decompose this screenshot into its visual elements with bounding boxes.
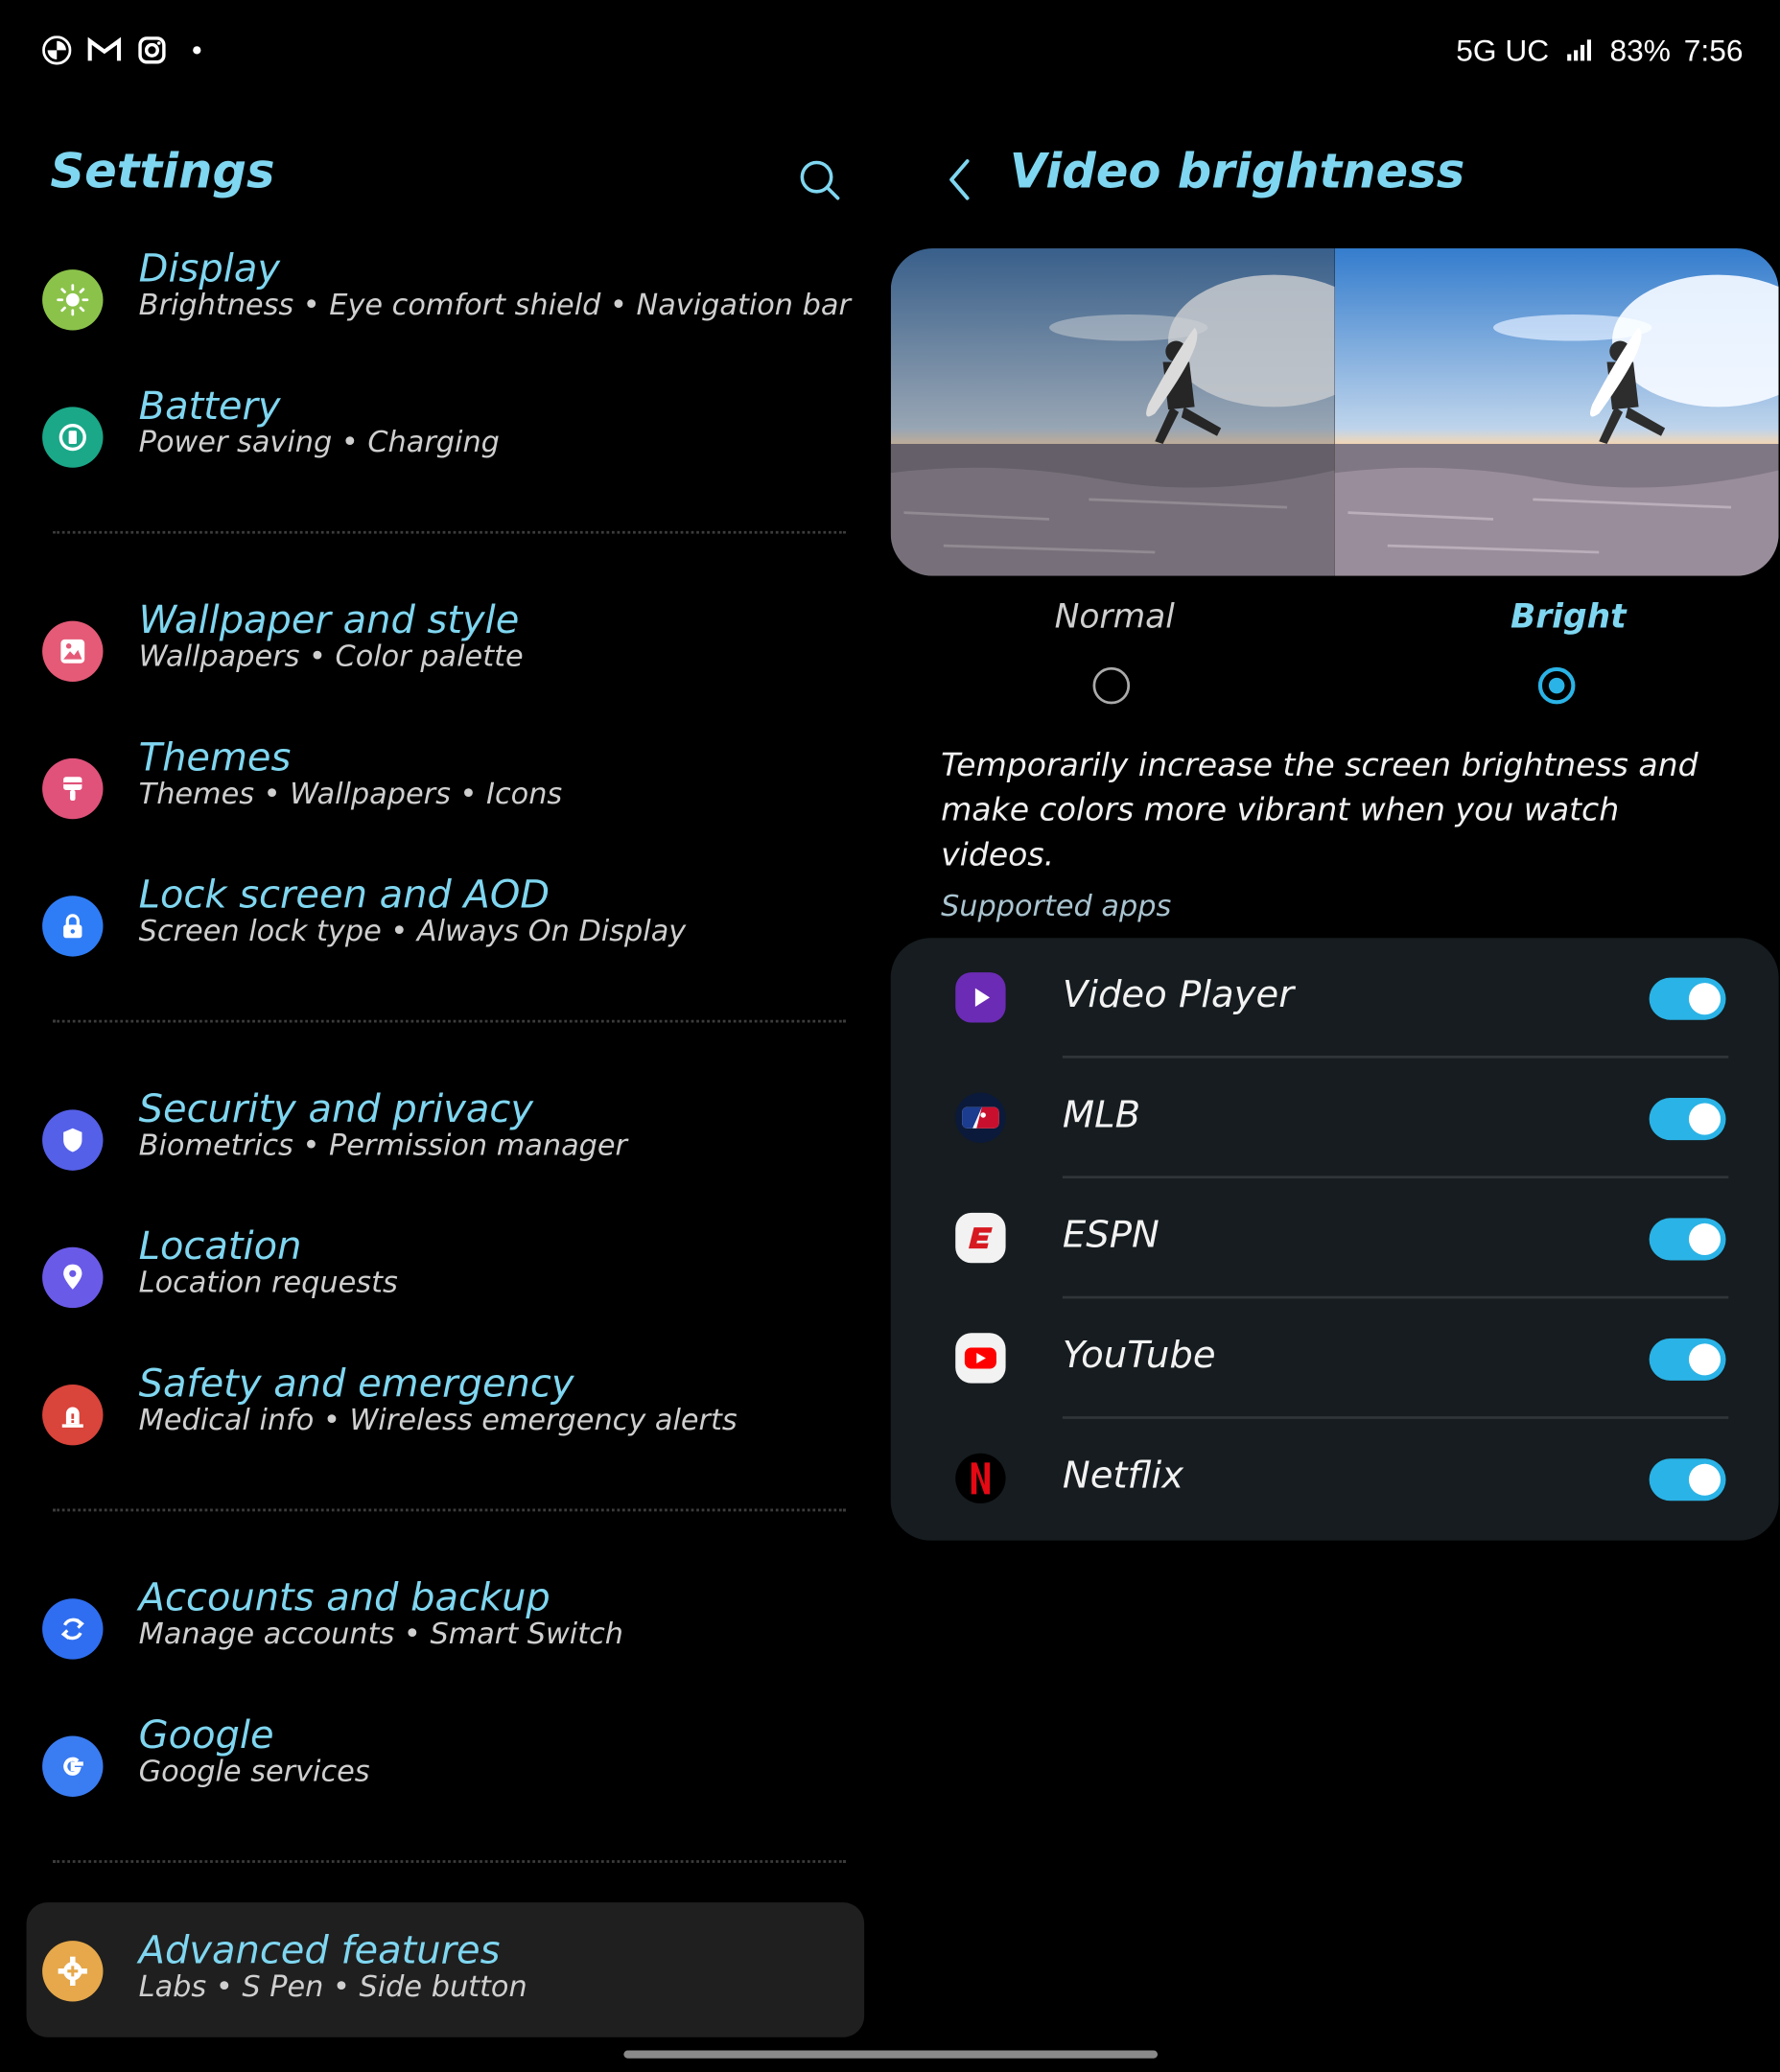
item-title: Display [138,245,280,291]
espn-toggle[interactable] [1649,1218,1726,1261]
gesture-navigation-bar[interactable] [623,2050,1159,2059]
feature-description: Temporarily increase the screen brightne… [941,746,1698,873]
app-name: ESPN [1062,1212,1159,1257]
netflix-icon [955,1453,1006,1504]
espn-icon [955,1212,1006,1264]
search-button[interactable] [795,156,843,204]
option-normal-label: Normal [1054,596,1175,636]
settings-item-safety[interactable]: Safety and emergency Medical info • Wire… [27,1361,865,1479]
section-divider [53,1508,846,1512]
option-bright-label: Bright [1510,596,1627,636]
app-name: Netflix [1062,1453,1184,1498]
item-subtitle: Medical info • Wireless emergency alerts [138,1404,738,1438]
mlb-icon [955,1092,1006,1143]
signal-icon [1562,33,1597,67]
item-title: Lock screen and AOD [138,872,550,918]
item-subtitle: Brightness • Eye comfort shield • Naviga… [138,289,851,323]
item-title: Location [138,1222,302,1269]
item-subtitle: Location requests [138,1267,398,1300]
settings-list-pane: Settings Display Brightness • Eye comfor… [0,0,872,2072]
netflix-toggle[interactable] [1649,1458,1726,1502]
item-title: Battery [138,383,281,429]
battery-level: 83% [1609,32,1671,67]
settings-item-display[interactable]: Display Brightness • Eye comfort shield … [27,245,865,364]
location-pin-icon [42,1246,104,1309]
item-subtitle: Themes • Wallpapers • Icons [138,778,563,812]
shield-icon [42,1109,104,1171]
preview-bright [1334,248,1779,576]
item-subtitle: Labs • S Pen • Side button [138,1970,527,2005]
settings-item-advanced-features[interactable]: Advanced features Labs • S Pen • Side bu… [26,1902,865,2037]
sync-icon [42,1598,104,1660]
option-bright-radio[interactable] [1537,666,1576,705]
sun-icon [42,269,104,331]
video-brightness-title: Video brightness [1009,145,1465,200]
settings-item-themes[interactable]: Themes Themes • Wallpapers • Icons [27,734,865,853]
item-title: Security and privacy [138,1085,534,1131]
google-icon [42,1735,104,1797]
alert-icon [42,1385,104,1446]
settings-item-location[interactable]: Location Location requests [27,1223,865,1342]
app-row-espn[interactable]: ESPN [891,1178,1779,1299]
settings-item-wallpaper[interactable]: Wallpaper and style Wallpapers • Color p… [27,597,865,716]
video-player-toggle[interactable] [1649,977,1726,1020]
item-title: Accounts and backup [138,1574,550,1620]
mlb-toggle[interactable] [1649,1098,1726,1141]
item-title: Themes [138,734,292,780]
option-normal-radio[interactable] [1092,666,1131,705]
supported-apps-list: Video Player MLB ESPN YouTube Netflix [890,938,1779,1541]
app-row-video-player[interactable]: Video Player [891,938,1779,1059]
settings-item-accounts[interactable]: Accounts and backup Manage accounts • Sm… [27,1574,865,1693]
chevron-left-icon [949,159,970,200]
item-title: Google [138,1711,274,1758]
settings-item-battery[interactable]: Battery Power saving • Charging [27,384,865,502]
app-name: MLB [1062,1092,1141,1136]
item-subtitle: Biometrics • Permission manager [138,1129,628,1163]
item-subtitle: Wallpapers • Color palette [138,640,524,674]
supported-apps-heading: Supported apps [941,890,1172,924]
settings-item-lock-screen[interactable]: Lock screen and AOD Screen lock type • A… [27,872,865,990]
play-icon [955,972,1006,1023]
battery-icon [42,407,104,468]
section-divider [53,530,846,534]
app-row-netflix[interactable]: Netflix [891,1419,1779,1539]
youtube-icon [955,1333,1006,1384]
app-row-youtube[interactable]: YouTube [891,1298,1779,1419]
item-title: Advanced features [138,1927,501,1973]
settings-item-security[interactable]: Security and privacy Biometrics • Permis… [27,1086,865,1205]
item-subtitle: Manage accounts • Smart Switch [138,1618,624,1652]
item-title: Safety and emergency [138,1361,574,1407]
item-subtitle: Screen lock type • Always On Display [138,915,687,949]
lock-icon [42,896,104,957]
image-icon [42,620,104,682]
section-divider [53,1860,846,1863]
item-title: Wallpaper and style [138,596,520,642]
network-type: 5G UC [1456,32,1550,67]
item-subtitle: Google services [138,1756,370,1789]
app-name: YouTube [1062,1333,1216,1377]
brightness-preview-image [890,248,1779,576]
app-row-mlb[interactable]: MLB [891,1059,1779,1179]
item-subtitle: Power saving • Charging [138,427,500,460]
youtube-toggle[interactable] [1649,1338,1726,1381]
settings-item-google[interactable]: Google Google services [27,1712,865,1831]
clock: 7:56 [1683,32,1744,67]
back-button[interactable] [941,156,978,204]
section-divider [53,1019,846,1023]
gear-plus-icon [42,1941,104,2002]
page-title: Settings [50,145,275,200]
paintbrush-icon [42,757,104,820]
preview-normal [890,248,1335,576]
search-icon [800,160,840,200]
app-name: Video Player [1062,972,1295,1016]
